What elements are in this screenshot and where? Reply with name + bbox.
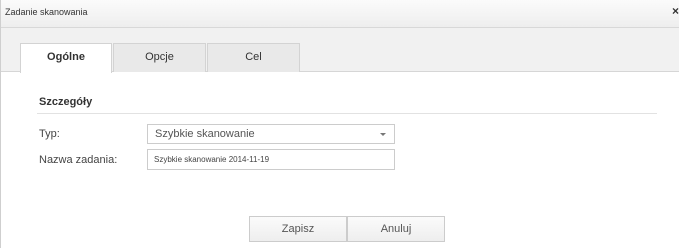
- section-title-details: Szczegóły: [39, 96, 93, 108]
- scan-task-dialog: Zadanie skanowania × Ogólne Opcje Cel Sz…: [0, 0, 679, 248]
- type-label: Typ:: [39, 128, 60, 140]
- task-name-input[interactable]: [147, 149, 395, 170]
- section-divider: [37, 113, 657, 114]
- tab-general[interactable]: Ogólne: [20, 43, 112, 73]
- dialog-titlebar: Zadanie skanowania ×: [1, 0, 679, 28]
- chevron-down-icon: [380, 133, 386, 136]
- tab-strip: Ogólne Opcje Cel: [1, 28, 679, 73]
- close-icon[interactable]: ×: [672, 4, 679, 18]
- save-button[interactable]: Zapisz: [249, 216, 347, 242]
- task-name-label: Nazwa zadania:: [39, 154, 118, 166]
- tab-options[interactable]: Opcje: [113, 43, 206, 72]
- cancel-button[interactable]: Anuluj: [347, 216, 445, 242]
- scan-type-value: Szybkie skanowanie: [155, 128, 255, 140]
- tab-target[interactable]: Cel: [207, 43, 300, 72]
- dialog-title: Zadanie skanowania: [5, 7, 88, 17]
- scan-type-select[interactable]: Szybkie skanowanie: [147, 124, 395, 144]
